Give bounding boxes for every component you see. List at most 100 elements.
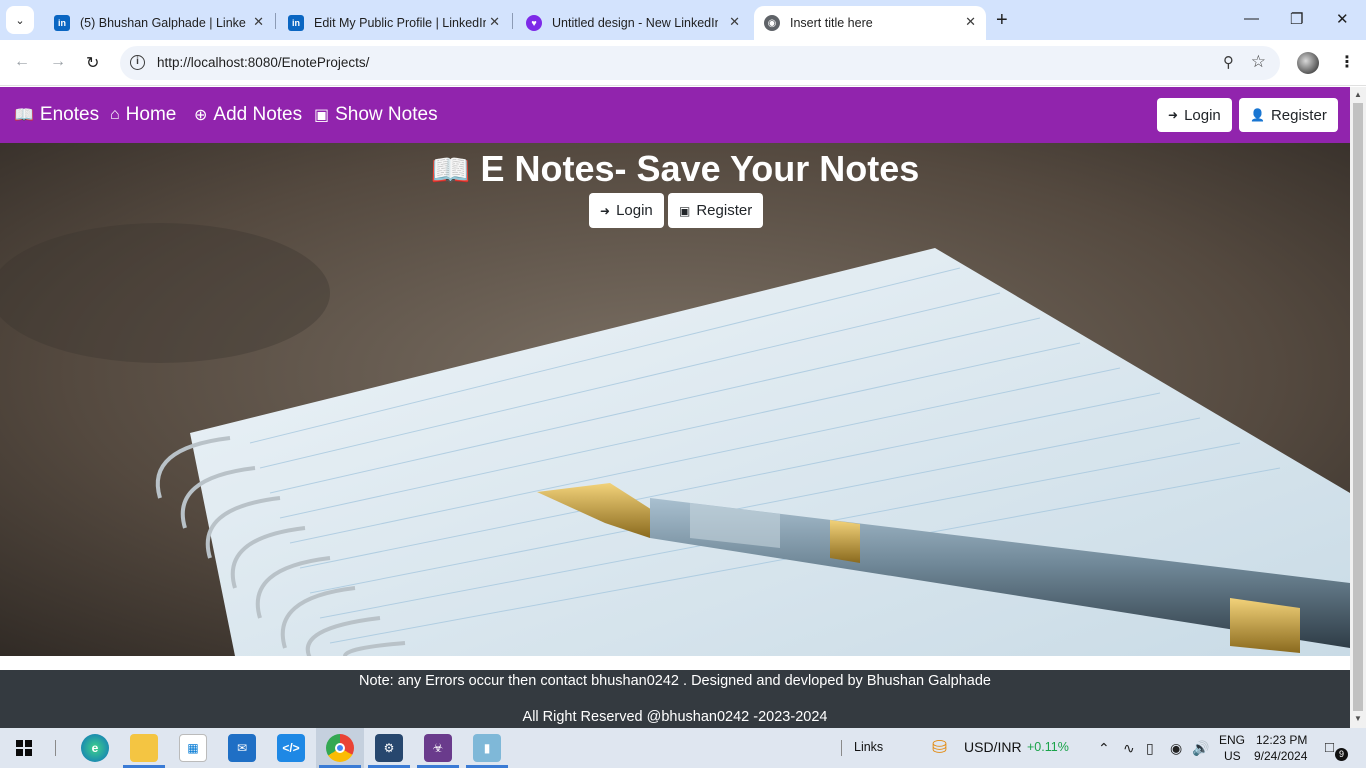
browser-tab-1[interactable]: in (5) Bhushan Galphade | LinkedIn ✕ — [44, 6, 274, 40]
brand-link[interactable]: 📖 Enotes — [14, 104, 99, 126]
footer-copyright: All Right Reserved @bhushan0242 -2023-20… — [522, 709, 828, 725]
address-bar[interactable]: i http://localhost:8080/EnoteProjects/ ⚲… — [120, 46, 1280, 80]
forward-arrow-icon[interactable]: → — [50, 53, 66, 71]
scroll-thumb[interactable] — [1353, 103, 1363, 711]
page-scrollbar[interactable]: ▲ ▼ — [1350, 87, 1366, 728]
web-page: 📖 Enotes ⌂ Home ⊕ Add Notes ▣ Show Notes… — [0, 87, 1350, 728]
notification-center-icon[interactable]: □ — [1325, 739, 1334, 756]
canva-heart-icon: ♥ — [526, 15, 542, 31]
sign-in-icon: ➜ — [1168, 108, 1179, 122]
ticker-symbol[interactable]: USD/INR — [964, 739, 1022, 755]
ticker-change: +0.11% — [1027, 740, 1069, 754]
nav-register-button[interactable]: 👤 Register — [1239, 98, 1338, 132]
chrome-icon[interactable] — [326, 734, 354, 762]
zoom-icon[interactable]: ⚲ — [1223, 53, 1234, 71]
profile-avatar[interactable] — [1297, 52, 1319, 74]
browser-tab-2[interactable]: in Edit My Public Profile | LinkedIn ✕ — [278, 6, 510, 40]
site-navbar: 📖 Enotes ⌂ Home ⊕ Add Notes ▣ Show Notes… — [0, 87, 1350, 143]
browser-tab-4-active[interactable]: ◉ Insert title here ✕ — [754, 6, 986, 40]
wifi-icon[interactable]: ∿ — [1123, 740, 1135, 757]
scroll-up-arrow-icon[interactable]: ▲ — [1354, 90, 1362, 99]
linkedin-icon: in — [288, 15, 304, 31]
close-tab-icon[interactable]: ✕ — [489, 14, 500, 30]
clock-date[interactable]: 9/24/2024 — [1254, 749, 1307, 763]
store-icon[interactable]: ▦ — [179, 734, 207, 762]
hero-login-label: Login — [616, 202, 653, 219]
menu-kebab-icon[interactable]: ⋮ — [1339, 52, 1355, 72]
close-tab-icon[interactable]: ✕ — [729, 14, 740, 30]
browser-toolbar: ← → ↻ i http://localhost:8080/EnoteProje… — [0, 40, 1366, 86]
back-arrow-icon[interactable]: ← — [14, 53, 30, 71]
user-plus-icon: 👤 — [1250, 108, 1265, 122]
tab-title: Insert title here — [790, 16, 873, 30]
sign-in-icon: ➜ — [600, 203, 611, 218]
nav-login-button[interactable]: ➜ Login — [1157, 98, 1232, 132]
nav-show-notes[interactable]: ▣ Show Notes — [314, 104, 438, 126]
app-icon[interactable]: ☣ — [424, 734, 452, 762]
linkedin-icon: in — [54, 15, 70, 31]
language-line-1[interactable]: ENG — [1219, 733, 1245, 747]
nav-add-notes[interactable]: ⊕ Add Notes — [194, 104, 302, 126]
notification-count-badge: 9 — [1335, 748, 1348, 761]
tab-separator — [512, 13, 513, 29]
language-line-2[interactable]: US — [1224, 749, 1241, 763]
site-footer: Note: any Errors occur then contact bhus… — [0, 670, 1350, 728]
tab-title: Edit My Public Profile | LinkedIn — [314, 16, 486, 30]
brand-label: Enotes — [39, 104, 100, 125]
browser-tab-3[interactable]: ♥ Untitled design - New LinkedIn ✕ — [516, 6, 750, 40]
coins-icon: ⛁ — [932, 737, 948, 757]
close-tab-icon[interactable]: ✕ — [965, 14, 976, 30]
hero-login-button[interactable]: ➜ Login — [589, 193, 664, 228]
plus-circle-icon: ⊕ — [194, 107, 208, 124]
mysql-workbench-icon[interactable]: ⚙ — [375, 734, 403, 762]
nav-home[interactable]: ⌂ Home — [110, 104, 176, 126]
file-explorer-icon[interactable] — [130, 734, 158, 762]
tab-title: Untitled design - New LinkedIn — [552, 16, 718, 30]
tab-separator — [275, 13, 276, 29]
tab-search-chevron-icon[interactable]: ⌄ — [6, 6, 34, 34]
notepad-icon[interactable]: ▮ — [473, 734, 501, 762]
hero-title: 📖 E Notes- Save Your Notes — [0, 148, 1350, 190]
windows-taskbar: e ▦ ✉ </> ⚙ ☣ ▮ Links ⛁ USD/INR +0.11% ⌃… — [0, 728, 1366, 768]
book-icon: 📖 — [430, 152, 471, 188]
links-toolbar[interactable]: Links — [854, 740, 883, 754]
home-icon: ⌂ — [110, 106, 120, 123]
volume-icon[interactable]: 🔊 — [1192, 740, 1209, 757]
nav-add-notes-label: Add Notes — [213, 104, 303, 125]
url-text[interactable]: http://localhost:8080/EnoteProjects/ — [157, 55, 369, 70]
hero-register-button[interactable]: ▣ Register — [668, 193, 764, 228]
mail-icon[interactable]: ✉ — [228, 734, 256, 762]
hero-register-label: Register — [696, 202, 753, 219]
camera-icon[interactable]: ◉ — [1170, 740, 1182, 757]
bookmark-star-icon[interactable]: ☆ — [1251, 52, 1266, 72]
nav-login-label: Login — [1184, 106, 1221, 124]
book-icon: 📖 — [14, 107, 34, 124]
footer-note: Note: any Errors occur then contact bhus… — [359, 673, 991, 689]
tab-title: (5) Bhushan Galphade | LinkedIn — [80, 16, 246, 30]
window-close-icon[interactable]: ✕ — [1336, 10, 1349, 28]
taskbar-divider — [55, 740, 56, 756]
close-tab-icon[interactable]: ✕ — [253, 14, 264, 30]
globe-icon: ◉ — [764, 15, 780, 31]
taskbar-divider — [841, 740, 842, 756]
edge-icon[interactable]: e — [81, 734, 109, 762]
hero-section: 📖 E Notes- Save Your Notes ➜ Login ▣ Regi… — [0, 143, 1350, 656]
windows-start-icon[interactable] — [16, 740, 32, 756]
site-info-icon[interactable]: i — [130, 55, 145, 70]
clock-time[interactable]: 12:23 PM — [1256, 733, 1307, 747]
minimize-icon[interactable]: — — [1244, 10, 1259, 27]
scroll-down-arrow-icon[interactable]: ▼ — [1354, 714, 1362, 723]
restore-icon[interactable]: ❐ — [1290, 10, 1303, 28]
nav-home-label: Home — [125, 104, 177, 125]
reload-icon[interactable]: ↻ — [86, 53, 99, 73]
battery-icon[interactable]: ▯ — [1146, 740, 1154, 757]
show-hidden-icons-chevron-icon[interactable]: ⌃ — [1098, 740, 1110, 757]
browser-tab-strip: ⌄ in (5) Bhushan Galphade | LinkedIn ✕ i… — [0, 0, 1366, 40]
hero-title-text: E Notes- Save Your Notes — [480, 148, 920, 189]
nav-register-label: Register — [1270, 106, 1327, 124]
address-book-icon: ▣ — [679, 203, 691, 218]
nav-show-notes-label: Show Notes — [335, 104, 438, 125]
address-book-icon: ▣ — [314, 107, 330, 124]
vscode-icon[interactable]: </> — [277, 734, 305, 762]
new-tab-plus-icon[interactable]: + — [996, 9, 1008, 32]
